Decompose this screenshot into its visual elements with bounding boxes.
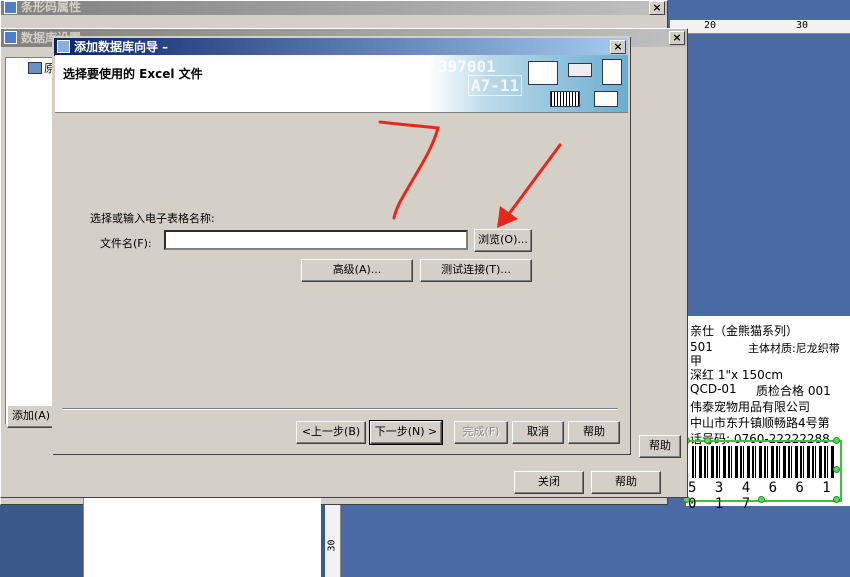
help-button[interactable]: 帮助	[568, 421, 620, 444]
left-ruler: 30	[325, 500, 341, 577]
wizard-close-button[interactable]: ×	[610, 40, 626, 54]
test-connection-button[interactable]: 测试连接(T)...	[420, 259, 532, 282]
ruler-left-mark-30: 30	[326, 539, 338, 552]
label-line-6: 伟泰宠物用品有限公司	[690, 400, 811, 414]
label-line-7: 中山市东升镇顺畅路4号第	[690, 416, 830, 430]
spreadsheet-icon	[528, 61, 558, 85]
barcode-window-title: 条形码属性	[21, 0, 82, 14]
filename-input[interactable]	[164, 230, 468, 250]
db-close-button[interactable]: 关闭	[514, 471, 584, 494]
resize-handle-b[interactable]	[758, 496, 765, 503]
label-line-2b: 主体材质:尼龙织带	[748, 342, 840, 355]
database-tree[interactable]: 原	[5, 57, 55, 425]
add-database-button[interactable]: 添加(A)	[7, 405, 55, 428]
db-window-icon	[4, 31, 17, 44]
next-button[interactable]: 下一步(N) >	[369, 420, 443, 445]
wizard-titlebar[interactable]: 添加数据库向导 – ×	[54, 38, 628, 56]
label-line-5b: 质检合格 001	[756, 384, 831, 398]
wizard-heading: 选择要使用的 Excel 文件	[63, 67, 203, 81]
resize-handle-r[interactable]	[833, 466, 840, 473]
advanced-button[interactable]: 高级(A)...	[301, 259, 413, 282]
app-icon	[4, 1, 17, 14]
resize-handle-br[interactable]	[833, 496, 840, 503]
label-line-4: 深红 1"x 150cm	[690, 368, 784, 382]
ruler-mark-20: 20	[704, 20, 717, 31]
barcode-icon	[550, 91, 580, 107]
side-panel	[83, 498, 321, 577]
db-help-button-2[interactable]: 帮助	[591, 471, 661, 494]
database-icon	[28, 62, 42, 74]
barcode-bars	[692, 446, 836, 478]
label-icon	[594, 91, 618, 107]
top-ruler: 20 30	[670, 20, 850, 34]
finish-button[interactable]: 完成(F)	[454, 421, 508, 444]
wizard-icon	[57, 40, 70, 53]
banner-watermark-1: 397001	[438, 57, 496, 76]
label-line-1: 亲仕（金熊猫系列）	[690, 324, 799, 338]
spreadsheet-prompt: 选择或输入电子表格名称:	[90, 212, 215, 225]
wizard-banner: 397001 A7-11	[428, 55, 628, 112]
wizard-title: 添加数据库向导 –	[74, 40, 169, 54]
label-line-5a: QCD-01	[690, 382, 737, 396]
rotate-handle[interactable]	[704, 437, 711, 444]
banner-watermark-2: A7-11	[468, 75, 523, 96]
barcode-window-titlebar[interactable]: 条形码属性 ×	[1, 1, 667, 15]
db-help-button[interactable]: 帮助	[639, 435, 681, 458]
browse-button[interactable]: 浏览(O)...	[474, 229, 532, 252]
wizard-separator	[62, 408, 618, 410]
filename-label: 文件名(F):	[100, 237, 152, 250]
barcode-window-close-button[interactable]: ×	[649, 1, 665, 15]
resize-handle-tr[interactable]	[833, 437, 840, 444]
barcode-selection[interactable]: 5 3 4 6 6 1 0 1 7	[683, 437, 842, 512]
back-button[interactable]: <上一步(B)	[296, 421, 366, 444]
ruler-mark-30: 30	[796, 20, 809, 31]
document-icon	[602, 59, 622, 85]
db-window-close-button[interactable]: ×	[669, 31, 685, 45]
cancel-button[interactable]: 取消	[512, 421, 564, 444]
wizard-header: 选择要使用的 Excel 文件 397001 A7-11	[55, 55, 628, 113]
server-icon	[568, 63, 592, 77]
